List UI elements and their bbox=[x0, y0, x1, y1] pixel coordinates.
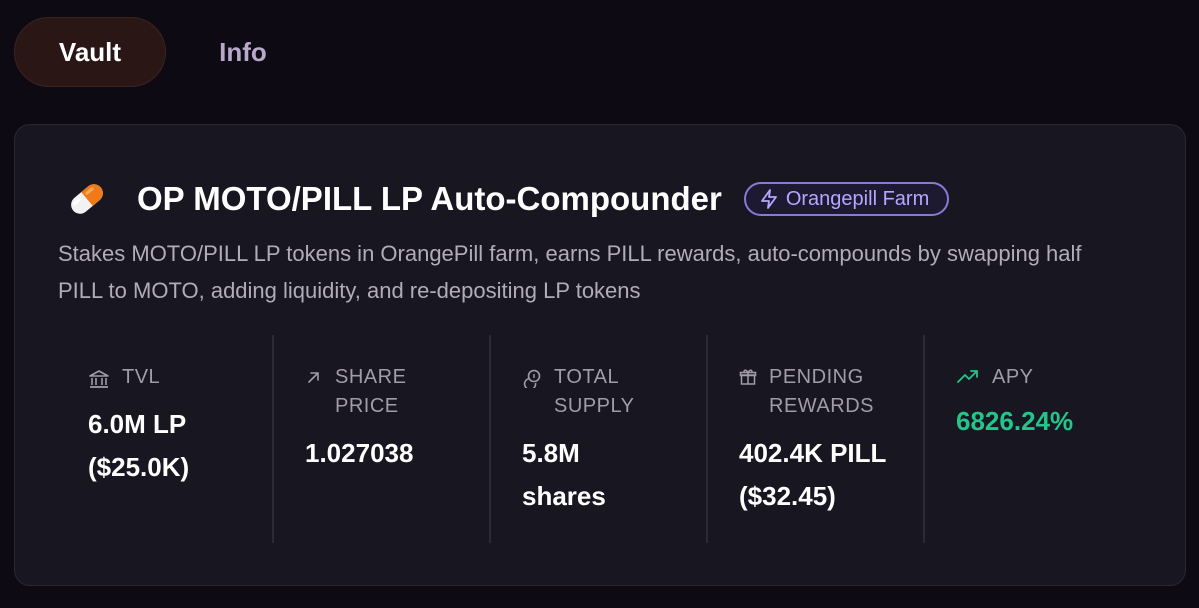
pill-icon bbox=[71, 184, 103, 214]
lightning-icon bbox=[760, 189, 777, 209]
vault-title: OP MOTO/PILL LP Auto-Compounder bbox=[137, 180, 722, 217]
tab-bar: Vault Info bbox=[14, 16, 320, 88]
stat-pending-rewards: PENDING REWARDS 402.4K PILL ($32.45) bbox=[708, 335, 925, 543]
stat-pending-rewards-label: PENDING REWARDS bbox=[769, 366, 874, 417]
stat-total-supply: TOTAL SUPPLY 5.8M shares bbox=[491, 335, 708, 543]
stat-share-price: SHARE PRICE 1.027038 bbox=[274, 335, 491, 543]
farm-badge-label: Orangepill Farm bbox=[785, 187, 930, 210]
tab-vault[interactable]: Vault bbox=[14, 17, 166, 87]
stat-share-price-label: SHARE PRICE bbox=[335, 366, 407, 417]
stat-apy-value: 6826.24% bbox=[956, 406, 1074, 436]
vault-page: Vault Info OP MOTO/PILL LP Auto-Compound… bbox=[0, 0, 1199, 608]
stat-tvl-label: TVL bbox=[122, 366, 161, 388]
vault-card: OP MOTO/PILL LP Auto-Compounder Orangepi… bbox=[14, 124, 1186, 586]
arrow-up-right-icon bbox=[308, 372, 319, 383]
stat-tvl-usd: ($25.0K) bbox=[88, 452, 190, 482]
stat-share-price-value: 1.027038 bbox=[305, 438, 414, 468]
stat-pending-usd: ($32.45) bbox=[739, 481, 836, 511]
trending-up-icon bbox=[957, 370, 978, 383]
vault-description: Stakes MOTO/PILL LP tokens in OrangePill… bbox=[58, 241, 1082, 303]
stat-apy-label: APY bbox=[992, 366, 1034, 388]
stat-tvl: TVL 6.0M LP ($25.0K) bbox=[57, 335, 274, 543]
stat-tvl-value: 6.0M LP ($25.0K) bbox=[88, 403, 268, 489]
stat-apy: APY 6826.24% bbox=[925, 335, 1142, 543]
gift-icon bbox=[739, 369, 757, 385]
stats-row: TVL 6.0M LP ($25.0K) SHARE PRICE 1.02703… bbox=[57, 335, 1143, 543]
stat-pending-pill: 402.4K PILL bbox=[739, 438, 887, 468]
stat-pending-rewards-value: 402.4K PILL ($32.45) bbox=[739, 432, 919, 518]
tab-info[interactable]: Info bbox=[166, 17, 320, 87]
stat-tvl-lp: 6.0M LP bbox=[88, 409, 187, 439]
coins-icon bbox=[523, 369, 541, 388]
farm-badge: Orangepill Farm bbox=[743, 182, 950, 216]
vault-header: OP MOTO/PILL LP Auto-Compounder Orangepi… bbox=[65, 177, 950, 221]
stat-total-supply-value: 5.8M shares bbox=[522, 438, 606, 511]
bank-icon bbox=[89, 370, 109, 388]
stat-total-supply-label: TOTAL SUPPLY bbox=[554, 366, 635, 417]
